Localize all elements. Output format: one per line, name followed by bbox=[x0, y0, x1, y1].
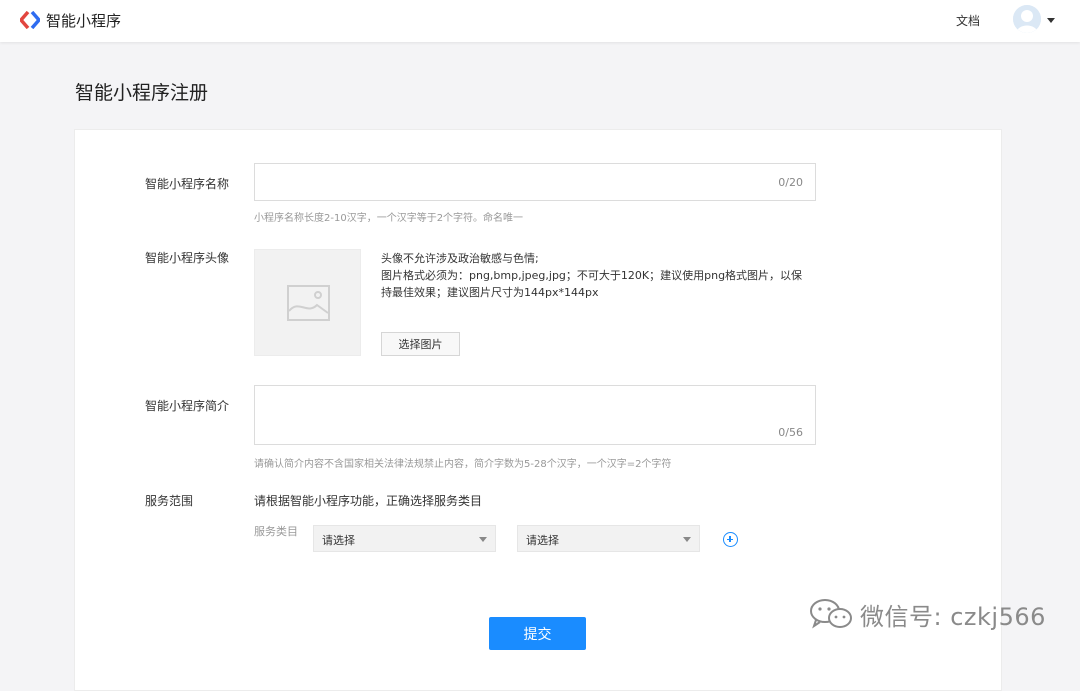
chevron-down-icon bbox=[683, 537, 691, 542]
add-category-button[interactable] bbox=[723, 532, 738, 547]
image-icon bbox=[287, 285, 330, 321]
brand-name: 智能小程序 bbox=[46, 11, 122, 30]
avatar-label: 智能小程序头像 bbox=[145, 251, 230, 265]
wechat-icon bbox=[810, 599, 852, 629]
wechat-watermark: 微信号: czkj566 bbox=[808, 596, 1046, 632]
name-label: 智能小程序名称 bbox=[145, 177, 230, 191]
choose-image-button[interactable]: 选择图片 bbox=[381, 332, 460, 356]
avatar-image-placeholder bbox=[254, 249, 361, 356]
service-label: 服务范围 bbox=[145, 494, 194, 508]
brand[interactable]: 智能小程序 bbox=[20, 9, 121, 31]
intro-label: 智能小程序简介 bbox=[145, 399, 230, 413]
watermark-text: 微信号: czkj566 bbox=[860, 602, 1046, 631]
intro-textarea[interactable]: 0/56 bbox=[254, 385, 816, 445]
category-select-primary[interactable]: 请选择 bbox=[313, 525, 496, 552]
name-hint: 小程序名称长度2-10汉字，一个汉字等于2个字符。命名唯一 bbox=[254, 213, 524, 224]
chevron-down-icon[interactable] bbox=[1047, 18, 1055, 23]
chevron-down-icon bbox=[479, 537, 487, 542]
user-avatar[interactable] bbox=[1013, 5, 1041, 33]
service-category-label: 服务类目 bbox=[254, 525, 298, 538]
docs-link[interactable]: 文档 bbox=[956, 12, 980, 29]
category-select-secondary[interactable]: 请选择 bbox=[517, 525, 700, 552]
select-value: 请选择 bbox=[322, 534, 355, 547]
service-instruction: 请根据智能小程序功能，正确选择服务类目 bbox=[254, 494, 483, 508]
name-input[interactable]: 0/20 bbox=[254, 163, 816, 201]
submit-button[interactable]: 提交 bbox=[489, 617, 586, 650]
name-char-counter: 0/20 bbox=[778, 176, 803, 189]
intro-hint: 请确认简介内容不含国家相关法律法规禁止内容，简介字数为5-28个汉字，一个汉字=… bbox=[254, 459, 672, 470]
avatar-rules: 头像不允许涉及政治敏感与色情; 图片格式必须为：png,bmp,jpeg,jpg… bbox=[381, 250, 811, 301]
select-value: 请选择 bbox=[526, 534, 559, 547]
page-title: 智能小程序注册 bbox=[75, 82, 209, 104]
intro-char-counter: 0/56 bbox=[778, 426, 803, 439]
brand-logo-icon bbox=[20, 11, 40, 29]
top-navbar: 智能小程序 文档 bbox=[0, 0, 1080, 42]
avatar-rule-line: 头像不允许涉及政治敏感与色情; bbox=[381, 252, 539, 265]
user-avatar-icon bbox=[1013, 5, 1041, 33]
avatar-rule-line: 图片格式必须为：png,bmp,jpeg,jpg；不可大于120K；建议使用pn… bbox=[381, 269, 803, 299]
